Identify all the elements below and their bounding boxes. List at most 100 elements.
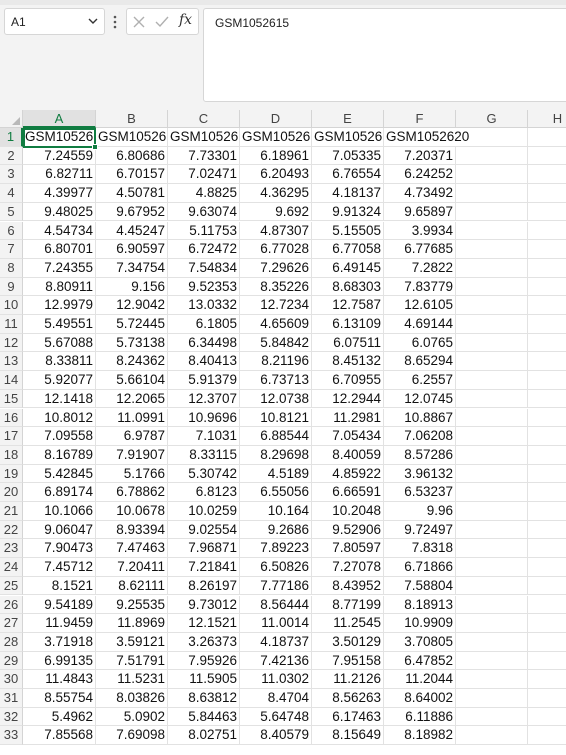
cell-g23[interactable] <box>456 539 528 559</box>
cell-h13[interactable] <box>528 352 566 372</box>
cell-e10[interactable]: 12.7587 <box>312 296 384 315</box>
cell-c17[interactable]: 7.1031 <box>168 427 240 446</box>
cell-g25[interactable] <box>456 576 528 596</box>
cell-g16[interactable] <box>456 408 528 428</box>
cell-f10[interactable]: 12.6105 <box>384 296 456 315</box>
cell-g9[interactable] <box>456 277 528 297</box>
cell-f20[interactable]: 6.53237 <box>384 483 456 502</box>
cell-a29[interactable]: 6.99135 <box>23 651 96 671</box>
cell-c27[interactable]: 12.1521 <box>168 614 240 633</box>
cell-d17[interactable]: 6.88544 <box>240 427 312 446</box>
enter-check-icon[interactable] <box>154 14 170 30</box>
cell-h18[interactable] <box>528 446 566 465</box>
cell-b23[interactable]: 7.47463 <box>96 539 168 559</box>
cell-e28[interactable]: 3.50129 <box>312 632 384 652</box>
cell-c9[interactable]: 9.52353 <box>168 277 240 297</box>
cell-e26[interactable]: 8.77199 <box>312 595 384 615</box>
cell-c12[interactable]: 6.34498 <box>168 333 240 353</box>
cell-f4[interactable]: 4.73492 <box>384 184 456 203</box>
column-header-b[interactable]: B <box>96 110 168 128</box>
cell-a17[interactable]: 7.09558 <box>23 427 96 446</box>
cell-c31[interactable]: 8.63812 <box>168 689 240 708</box>
cell-c7[interactable]: 6.72472 <box>168 240 240 259</box>
cell-c20[interactable]: 6.8123 <box>168 483 240 502</box>
cell-b32[interactable]: 5.0902 <box>96 707 168 727</box>
row-header-33[interactable]: 33 <box>0 726 23 746</box>
cell-h19[interactable] <box>528 465 566 484</box>
column-header-e[interactable]: E <box>312 110 384 128</box>
cell-f15[interactable]: 12.0745 <box>384 389 456 409</box>
cell-h8[interactable] <box>528 259 566 278</box>
cell-f18[interactable]: 8.57286 <box>384 445 456 465</box>
cell-e4[interactable]: 4.18137 <box>312 184 384 203</box>
cell-d19[interactable]: 4.5189 <box>240 464 312 484</box>
cell-f31[interactable]: 8.64002 <box>384 689 456 708</box>
row-header-3[interactable]: 3 <box>0 165 23 185</box>
cell-d27[interactable]: 11.0014 <box>240 614 312 633</box>
row-header-27[interactable]: 27 <box>0 614 23 633</box>
cell-c8[interactable]: 7.54834 <box>168 258 240 278</box>
cell-e29[interactable]: 7.95158 <box>312 651 384 671</box>
cell-d3[interactable]: 6.20493 <box>240 165 312 185</box>
row-header-23[interactable]: 23 <box>0 539 23 559</box>
row-header-13[interactable]: 13 <box>0 352 23 372</box>
cell-a13[interactable]: 8.33811 <box>23 352 96 372</box>
cell-f2[interactable]: 7.20371 <box>384 146 456 166</box>
cell-b26[interactable]: 9.25535 <box>96 595 168 615</box>
row-header-21[interactable]: 21 <box>0 502 23 521</box>
cell-b8[interactable]: 7.34754 <box>96 258 168 278</box>
cell-g2[interactable] <box>456 146 528 166</box>
cell-h27[interactable] <box>528 614 566 633</box>
column-header-f[interactable]: F <box>384 110 456 128</box>
row-header-18[interactable]: 18 <box>0 445 23 465</box>
cell-e14[interactable]: 6.70955 <box>312 371 384 390</box>
cell-a28[interactable]: 3.71918 <box>23 632 96 652</box>
row-header-28[interactable]: 28 <box>0 632 23 652</box>
cell-a25[interactable]: 8.1521 <box>23 576 96 596</box>
cell-d29[interactable]: 7.42136 <box>240 651 312 671</box>
row-header-16[interactable]: 16 <box>0 408 23 428</box>
cell-h26[interactable] <box>528 596 566 615</box>
cell-b18[interactable]: 7.91907 <box>96 445 168 465</box>
cell-d7[interactable]: 6.77028 <box>240 240 312 259</box>
cell-a8[interactable]: 7.24355 <box>23 258 96 278</box>
cell-b16[interactable]: 11.0991 <box>96 408 168 428</box>
cell-d9[interactable]: 8.35226 <box>240 277 312 297</box>
cell-g22[interactable] <box>456 520 528 540</box>
cell-e5[interactable]: 9.91324 <box>312 202 384 222</box>
cell-h21[interactable] <box>528 502 566 521</box>
cell-e20[interactable]: 6.66591 <box>312 483 384 502</box>
cell-h2[interactable] <box>528 147 566 166</box>
cell-g26[interactable] <box>456 595 528 615</box>
cell-f25[interactable]: 7.58804 <box>384 576 456 596</box>
row-header-1[interactable]: 1 <box>0 128 23 147</box>
cell-c4[interactable]: 4.8825 <box>168 184 240 203</box>
cell-e17[interactable]: 7.05434 <box>312 427 384 446</box>
cell-d24[interactable]: 6.50826 <box>240 558 312 577</box>
cell-e31[interactable]: 8.56263 <box>312 689 384 708</box>
insert-function-icon[interactable]: fx <box>179 12 192 28</box>
row-header-4[interactable]: 4 <box>0 184 23 203</box>
row-header-14[interactable]: 14 <box>0 371 23 390</box>
cell-c6[interactable]: 5.11753 <box>168 221 240 241</box>
cell-b25[interactable]: 8.62111 <box>96 576 168 596</box>
cell-a4[interactable]: 4.39977 <box>23 184 96 203</box>
cell-h28[interactable] <box>528 633 566 652</box>
cell-c19[interactable]: 5.30742 <box>168 464 240 484</box>
cell-g4[interactable] <box>456 184 528 203</box>
cell-f22[interactable]: 9.72497 <box>384 520 456 540</box>
cell-f12[interactable]: 6.0765 <box>384 333 456 353</box>
cell-d21[interactable]: 10.164 <box>240 502 312 521</box>
cancel-icon[interactable] <box>131 14 147 30</box>
row-header-30[interactable]: 30 <box>0 670 23 689</box>
cell-a20[interactable]: 6.89174 <box>23 483 96 502</box>
cell-d22[interactable]: 9.2686 <box>240 520 312 540</box>
cell-e30[interactable]: 11.2126 <box>312 670 384 689</box>
row-header-26[interactable]: 26 <box>0 595 23 615</box>
cell-b11[interactable]: 5.72445 <box>96 315 168 334</box>
cell-f21[interactable]: 9.96 <box>384 502 456 521</box>
cell-a23[interactable]: 7.90473 <box>23 539 96 559</box>
cell-f30[interactable]: 11.2044 <box>384 670 456 689</box>
cell-h32[interactable] <box>528 708 566 727</box>
cell-g5[interactable] <box>456 202 528 222</box>
